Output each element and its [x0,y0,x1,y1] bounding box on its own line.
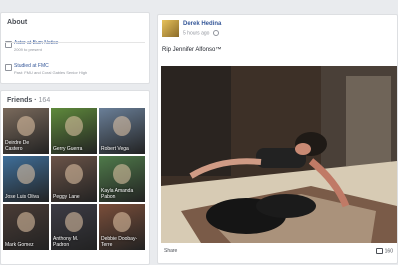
friend-photo [17,212,35,232]
comment-count-value: 160 [384,248,393,255]
post-author[interactable]: Derek Hedina [183,21,221,27]
comment-icon [375,248,383,254]
friend-name[interactable]: Robert Vega [101,146,129,152]
about-card: About Actor at Bum Notice 2009 to presen… [0,12,150,84]
friend-tile[interactable]: Gerry Guerra [51,108,97,154]
friend-photo [113,116,131,136]
friend-name[interactable]: Deirdre De Castero [5,140,29,152]
friends-count: 164 [38,97,51,104]
friend-tile[interactable]: Peggy Lane [51,156,97,202]
friend-tile[interactable]: Debbie Doobay- Terre [99,204,145,250]
friends-card: Friends · 164 Deirdre De Castero Gerry Gu… [0,90,150,265]
graduation-cap-icon [5,64,12,71]
friend-name[interactable]: Jose Luis Oliva [5,194,39,200]
friend-photo [113,212,131,232]
share-button[interactable]: Share [164,248,177,254]
about-heading: About [7,19,28,26]
friend-photo [17,164,35,184]
friend-tile[interactable]: Mark Gomez [3,204,49,250]
post-meta: 5 hours ago [183,30,219,36]
friend-tile[interactable]: Deirdre De Castero [3,108,49,154]
friends-title[interactable]: Friends [7,97,32,104]
friend-name[interactable]: Anthony M. Padron [53,236,78,248]
work-text[interactable]: Actor at Bum Notice [14,40,58,46]
friend-name[interactable]: Debbie Doobay- Terre [101,236,137,248]
friend-photo [65,116,83,136]
photo-illustration [161,66,397,243]
friend-photo [113,164,131,184]
friend-name[interactable]: Peggy Lane [53,194,80,200]
friend-name[interactable]: Gerry Guerra [53,146,82,152]
friend-photo [17,116,35,136]
post-text: Rip Jennifer Alfonso™ [162,47,222,53]
education-past: Past: FMU and Coral Gables Senior High [14,70,88,75]
post-card: Derek Hedina 5 hours ago Rip Jennifer Al… [157,14,398,264]
friend-name[interactable]: Mark Gomez [5,242,34,248]
post-time[interactable]: 5 hours ago [183,30,209,36]
friend-photo [65,212,83,232]
friends-heading[interactable]: Friends · 164 [1,91,149,104]
friend-name[interactable]: Kayla Amanda Pabon [101,188,133,200]
globe-icon [212,30,219,36]
comment-count[interactable]: 160 [375,248,393,255]
friend-tile[interactable]: Anthony M. Padron [51,204,97,250]
education-text[interactable]: Studied at FMC [14,63,49,69]
friend-photo [65,164,83,184]
friend-tile[interactable]: Jose Luis Oliva [3,156,49,202]
friend-tile[interactable]: Robert Vega [99,108,145,154]
about-divider [5,42,145,43]
post-photo[interactable] [161,66,397,243]
work-dates: 2009 to present [14,47,42,52]
author-avatar[interactable] [162,20,179,37]
friend-tile[interactable]: Kayla Amanda Pabon [99,156,145,202]
